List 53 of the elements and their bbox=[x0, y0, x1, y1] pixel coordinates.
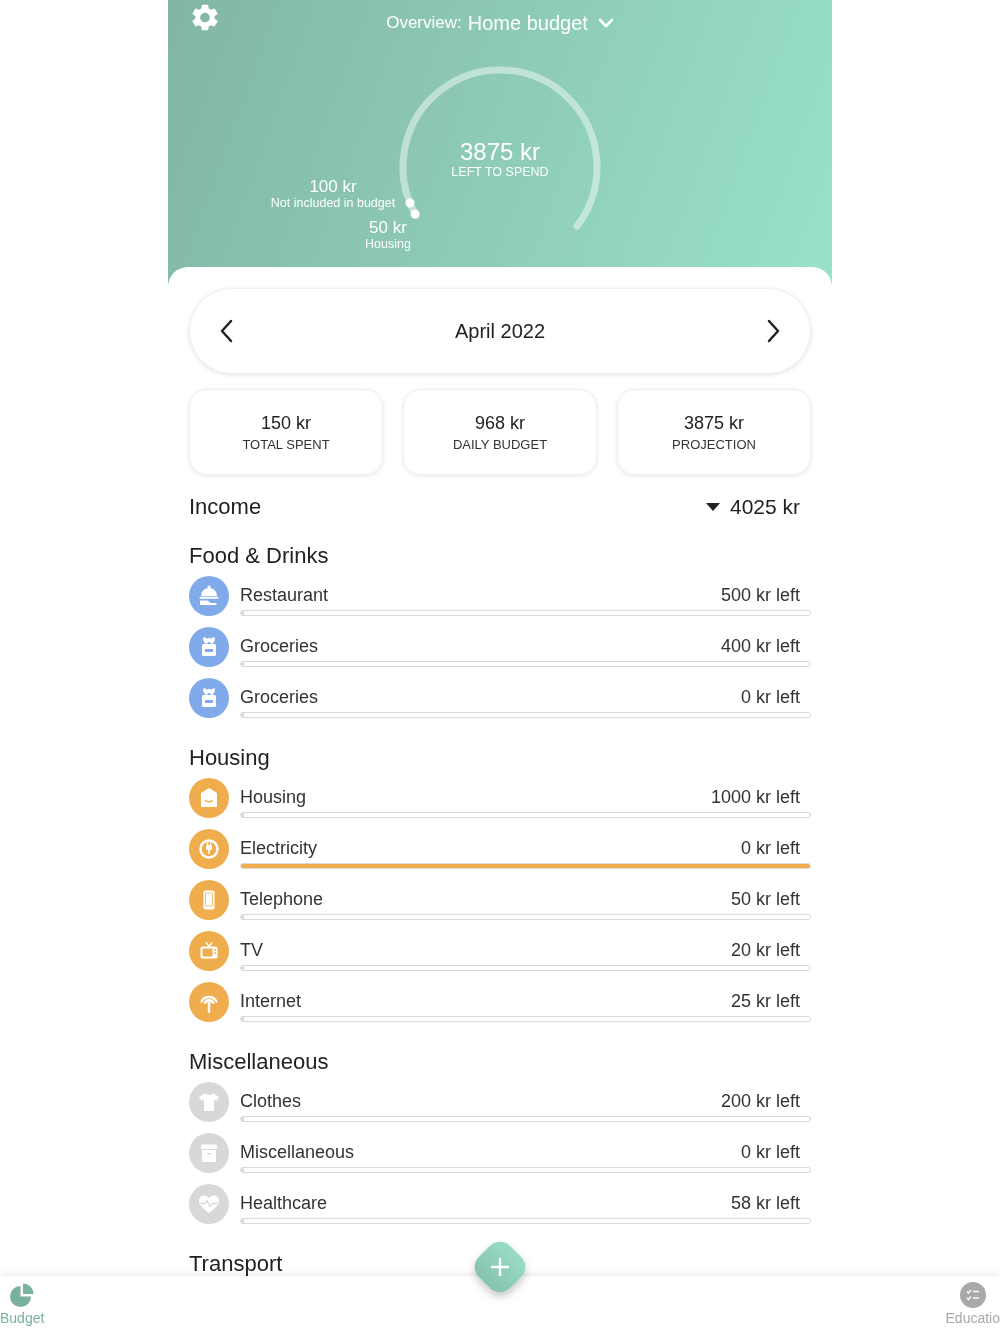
marker-label: Housing bbox=[365, 237, 411, 252]
category-name: Healthcare bbox=[240, 1192, 328, 1214]
chevron-down-icon bbox=[597, 18, 614, 28]
income-toggle[interactable]: 4025 kr bbox=[705, 495, 800, 519]
category-name: Miscellaneous bbox=[240, 1141, 355, 1163]
amount-left: 50 kr left bbox=[730, 888, 800, 910]
section-title: Food & Drinks bbox=[189, 542, 329, 570]
section-title: Housing bbox=[189, 744, 270, 772]
category-name: Internet bbox=[240, 990, 302, 1012]
caret-down-icon bbox=[705, 503, 720, 511]
category-name: Telephone bbox=[240, 888, 324, 910]
category-name: Electricity bbox=[240, 837, 317, 859]
nav-tab[interactable]: Budget bbox=[0, 1276, 45, 1326]
category-name: Groceries bbox=[240, 635, 319, 657]
summary-value: 150 kr bbox=[261, 412, 311, 434]
amount-left: 200 kr left bbox=[720, 1090, 800, 1112]
amount-left: 0 kr left bbox=[740, 1141, 800, 1163]
remaining-amount: 3875 kr bbox=[459, 139, 541, 165]
category-name: Groceries bbox=[240, 686, 319, 708]
chevron-right-icon bbox=[766, 319, 780, 343]
summary-value: 968 kr bbox=[475, 412, 525, 434]
amount-left: 1000 kr left bbox=[710, 786, 800, 808]
remaining-caption: LEFT TO SPEND bbox=[451, 165, 549, 180]
category-name: Clothes bbox=[240, 1090, 302, 1112]
amount-left: 400 kr left bbox=[720, 635, 800, 657]
month-label: April 2022 bbox=[454, 319, 546, 343]
marker-label: Not included in budget bbox=[270, 196, 396, 211]
amount-left: 20 kr left bbox=[730, 939, 800, 961]
category-name: Housing bbox=[240, 786, 307, 808]
plus-icon bbox=[489, 1256, 511, 1278]
income-label: Income bbox=[189, 494, 262, 520]
nav-tab[interactable]: Educatio bbox=[945, 1276, 1000, 1326]
summary-label: PROJECTION bbox=[672, 436, 756, 452]
category-name: Restaurant bbox=[240, 584, 329, 606]
category-name: TV bbox=[240, 939, 263, 961]
checklist-icon bbox=[959, 1282, 986, 1308]
section-title: Transport bbox=[189, 1250, 283, 1278]
amount-left: 0 kr left bbox=[740, 686, 800, 708]
chevron-left-icon bbox=[220, 319, 234, 343]
summary-label: DAILY BUDGET bbox=[452, 436, 548, 452]
budget-selector[interactable]: Overview: Home budget bbox=[386, 11, 614, 35]
gauge-marker-icon bbox=[410, 209, 420, 219]
pie-chart-icon bbox=[9, 1282, 36, 1308]
section-title: Miscellaneous bbox=[189, 1048, 329, 1076]
amount-left: 25 kr left bbox=[730, 990, 800, 1012]
amount-left: 500 kr left bbox=[720, 584, 800, 606]
marker-amount: 100 kr bbox=[309, 177, 357, 196]
marker-amount: 50 kr bbox=[369, 218, 407, 237]
gauge-marker-icon bbox=[405, 198, 415, 208]
summary-value: 3875 kr bbox=[683, 412, 744, 434]
amount-left: 58 kr left bbox=[730, 1192, 800, 1214]
amount-left: 0 kr left bbox=[740, 837, 800, 859]
summary-label: TOTAL SPENT bbox=[242, 436, 330, 452]
